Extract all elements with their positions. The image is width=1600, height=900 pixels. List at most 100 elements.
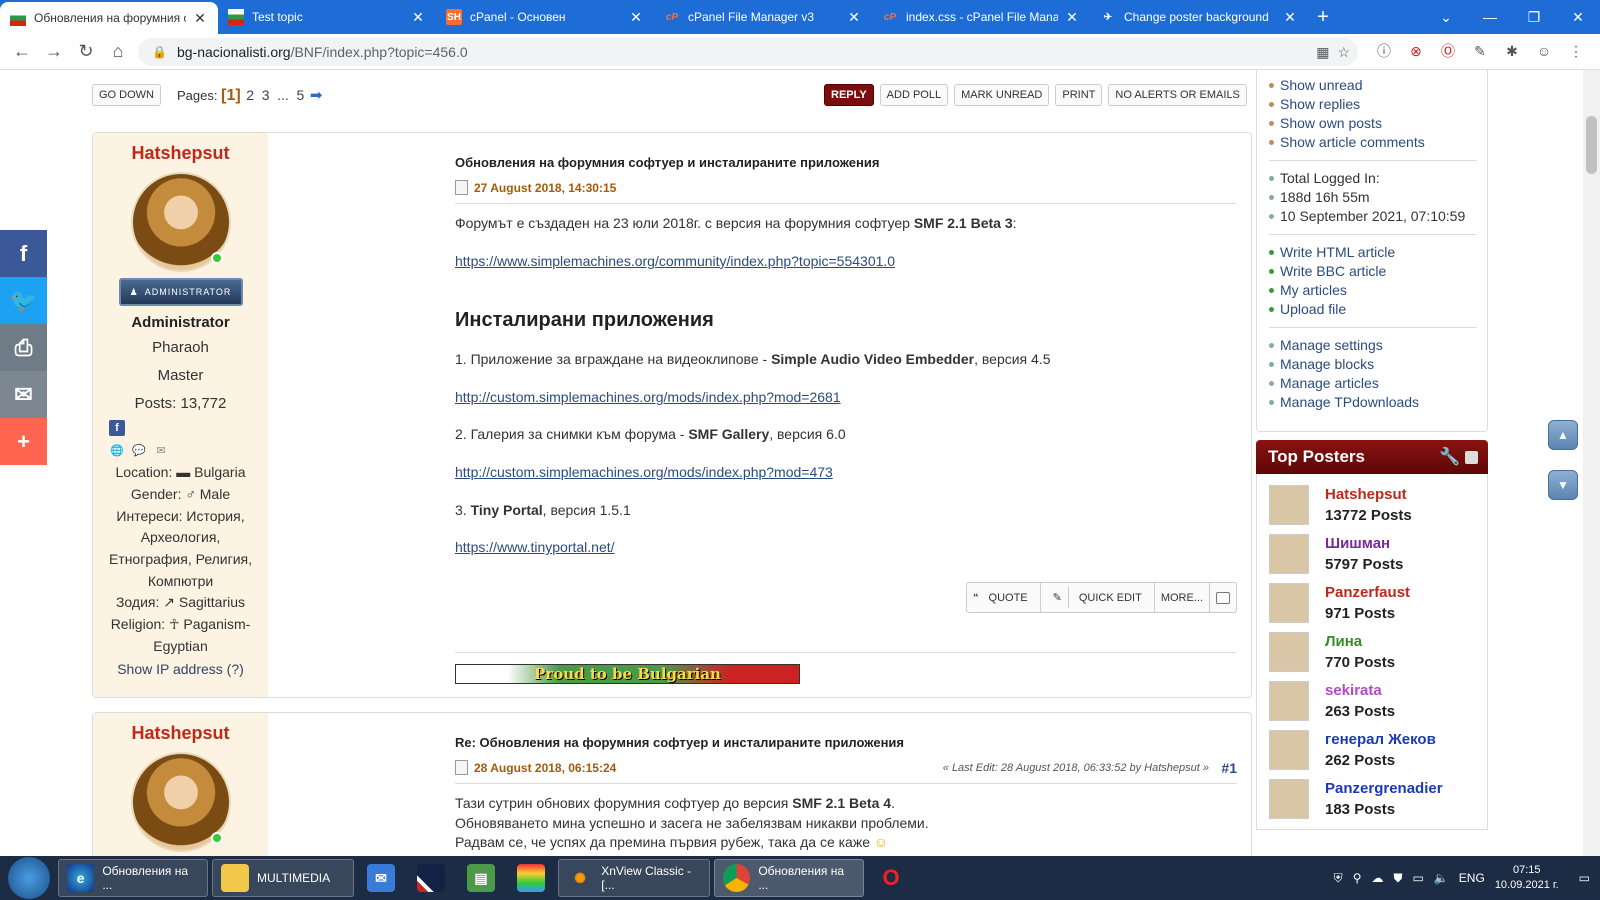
collapse-icon[interactable] xyxy=(1465,451,1478,465)
print-share-icon[interactable]: ⎙ xyxy=(0,324,47,371)
close-icon[interactable]: ✕ xyxy=(1064,9,1080,26)
more-button[interactable]: MORE... xyxy=(1155,583,1210,612)
tab-search-icon[interactable]: ⌄ xyxy=(1424,0,1468,34)
top-poster-name[interactable]: sekirata xyxy=(1325,682,1395,699)
translate-icon[interactable]: ▦ xyxy=(1316,44,1329,61)
email-share-icon[interactable]: ✉ xyxy=(0,371,47,418)
avatar[interactable] xyxy=(1269,778,1309,819)
show-ip-link[interactable]: Show IP address (?) xyxy=(93,661,268,677)
forward-icon[interactable]: → xyxy=(38,41,70,62)
post-link[interactable]: https://www.simplemachines.org/community… xyxy=(455,253,895,269)
url-field[interactable]: 🔒 bg-nacionalisti.org/BNF/index.php?topi… xyxy=(138,38,1358,66)
next-page-arrow-icon[interactable]: ➡ xyxy=(310,87,323,104)
reload-icon[interactable]: ↻ xyxy=(70,41,102,62)
list-item[interactable]: Manage blocks xyxy=(1269,355,1477,374)
list-item[interactable]: Write HTML article xyxy=(1269,243,1477,262)
menu-icon[interactable]: ⋮ xyxy=(1566,40,1586,62)
post-link[interactable]: https://www.tinyportal.net/ xyxy=(455,539,615,555)
list-item[interactable]: Manage articles xyxy=(1269,374,1477,393)
twitter-share-icon[interactable]: 🐦 xyxy=(0,277,47,324)
no-alerts-button[interactable]: NO ALERTS OR EMAILS xyxy=(1108,84,1247,106)
close-window-icon[interactable]: ✕ xyxy=(1556,0,1600,34)
tab-cpanel-file-manager[interactable]: cP cPanel File Manager v3 ✕ xyxy=(654,0,872,34)
post-link[interactable]: http://custom.simplemachines.org/mods/in… xyxy=(455,464,833,480)
taskbar-item-xnview[interactable]: ✺ XnView Classic - [... xyxy=(558,859,710,897)
page-link-5[interactable]: 5 xyxy=(296,87,304,103)
list-item[interactable]: My articles xyxy=(1269,281,1477,300)
list-item[interactable]: Show unread xyxy=(1269,76,1477,95)
close-icon[interactable]: ✕ xyxy=(1282,9,1298,26)
tab-test-topic[interactable]: Test topic ✕ xyxy=(218,0,436,34)
close-icon[interactable]: ✕ xyxy=(846,9,862,26)
minimize-icon[interactable]: — xyxy=(1468,0,1512,34)
website-globe-icon[interactable]: 🌐 xyxy=(109,442,125,458)
post-number[interactable]: #1 xyxy=(1221,760,1237,776)
poster-name[interactable]: Hatshepsut xyxy=(93,143,268,164)
wrench-icon[interactable]: 🔧 xyxy=(1439,447,1460,466)
volume-icon[interactable]: 🔈 xyxy=(1434,871,1449,885)
lock-icon[interactable]: 🔒 xyxy=(152,45,167,59)
avatar[interactable] xyxy=(1269,631,1309,672)
avatar[interactable] xyxy=(1269,582,1309,623)
language-indicator[interactable]: ENG xyxy=(1459,871,1485,885)
mark-unread-button[interactable]: MARK UNREAD xyxy=(954,84,1050,106)
pm-bubble-icon[interactable]: 💬 xyxy=(131,442,147,458)
close-icon[interactable]: ✕ xyxy=(628,9,644,26)
go-down-button[interactable]: GO DOWN xyxy=(92,84,161,106)
list-item[interactable]: Show article comments xyxy=(1269,133,1477,152)
top-poster-name[interactable]: Лина xyxy=(1325,633,1395,650)
block-extension-icon[interactable]: ⊗ xyxy=(1406,40,1426,62)
list-item[interactable]: Upload file xyxy=(1269,300,1477,319)
home-icon[interactable]: ⌂ xyxy=(102,41,134,62)
notifications-icon[interactable]: ▭ xyxy=(1579,871,1590,885)
cloud-icon[interactable]: ☁ xyxy=(1371,871,1383,885)
post-subject[interactable]: Re: Обновления на форумния софтуер и инс… xyxy=(455,735,1237,750)
poster-name[interactable]: Hatshepsut xyxy=(93,723,268,744)
reply-button[interactable]: REPLY xyxy=(824,84,874,106)
facebook-icon[interactable]: f xyxy=(109,420,125,437)
info-extension-icon[interactable]: ⓘ xyxy=(1374,40,1394,62)
top-poster-name[interactable]: Panzerfaust xyxy=(1325,584,1410,601)
close-icon[interactable]: ✕ xyxy=(192,10,208,27)
avatar[interactable] xyxy=(1269,533,1309,574)
more-share-icon[interactable]: + xyxy=(0,418,47,465)
list-item[interactable]: Show replies xyxy=(1269,95,1477,114)
list-item[interactable]: Manage TPdownloads xyxy=(1269,393,1477,412)
avatar[interactable] xyxy=(1269,680,1309,721)
scrollbar-thumb[interactable] xyxy=(1586,116,1597,174)
taskbar-item-chrome[interactable]: Обновления на ... xyxy=(714,859,864,897)
clock[interactable]: 07:15 10.09.2021 г. xyxy=(1495,863,1559,893)
taskbar-language-tool[interactable] xyxy=(408,859,454,897)
quote-button[interactable]: “QUOTE xyxy=(967,583,1041,612)
add-poll-button[interactable]: ADD POLL xyxy=(879,84,949,106)
taskbar-item-multimedia[interactable]: MULTIMEDIA xyxy=(212,859,354,897)
tab-index-css[interactable]: cP index.css - cPanel File Manager ✕ xyxy=(872,0,1090,34)
avatar[interactable]: ☺ xyxy=(1534,40,1554,62)
new-tab-button[interactable]: + xyxy=(1308,0,1338,34)
shield-icon[interactable]: ⛊ xyxy=(1393,871,1402,886)
post-link[interactable]: http://custom.simplemachines.org/mods/in… xyxy=(455,389,841,405)
opera-extension-icon[interactable]: Ⓞ xyxy=(1438,40,1458,62)
taskbar-spreadsheet[interactable]: ▤ xyxy=(458,859,504,897)
select-post-checkbox[interactable] xyxy=(1210,583,1236,612)
taskbar-mail[interactable]: ✉ xyxy=(358,859,404,897)
avatar[interactable] xyxy=(1269,729,1309,770)
print-button[interactable]: PRINT xyxy=(1055,84,1103,106)
avatar[interactable] xyxy=(130,752,231,852)
top-poster-name[interactable]: Panzergrenadier xyxy=(1325,780,1443,797)
bookmark-star-icon[interactable]: ☆ xyxy=(1337,44,1350,61)
attachment-icon[interactable]: ⚲ xyxy=(1353,871,1362,885)
pen-extension-icon[interactable]: ✎ xyxy=(1470,40,1490,62)
email-icon[interactable]: ✉ xyxy=(153,442,169,458)
page-ellipsis[interactable]: ... xyxy=(277,87,289,103)
close-icon[interactable]: ✕ xyxy=(410,9,426,26)
page-link-2[interactable]: 2 xyxy=(246,87,254,103)
top-poster-name[interactable]: Hatshepsut xyxy=(1325,486,1412,503)
taskbar-item-edge[interactable]: e Обновления на ... xyxy=(58,859,208,897)
list-item[interactable]: Show own posts xyxy=(1269,114,1477,133)
taskbar-opera[interactable]: O xyxy=(868,859,914,897)
top-poster-name[interactable]: генерал Жеков xyxy=(1325,731,1436,748)
list-item[interactable]: Write BBC article xyxy=(1269,262,1477,281)
avatar[interactable] xyxy=(130,172,231,272)
start-button[interactable] xyxy=(8,857,50,899)
